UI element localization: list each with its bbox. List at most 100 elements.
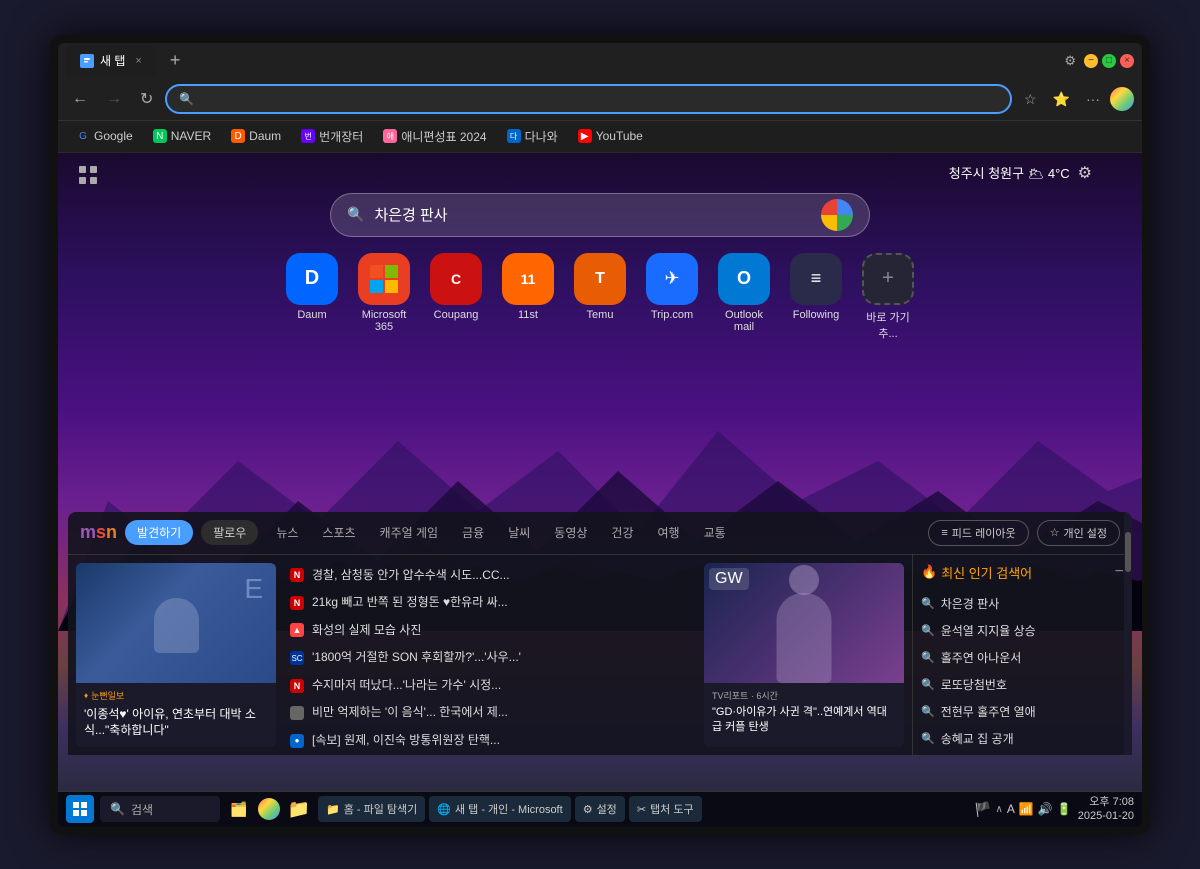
scrollbar-thumb[interactable] (1125, 532, 1131, 572)
quicklink-temu[interactable]: T Temu (574, 253, 626, 341)
tab-favicon (80, 54, 94, 68)
bookmark-google[interactable]: G Google (68, 126, 141, 146)
msn-nav-finance[interactable]: 금융 (452, 520, 494, 545)
taskbar-app-explorer[interactable]: 📁 홈 - 파일 탐색기 (318, 796, 425, 822)
msn-nav-weather[interactable]: 날씨 (498, 520, 540, 545)
news-item-title-2: 21kg 빼고 반쪽 된 정형돈 ♥한유라 싸... (312, 595, 690, 611)
taskbar-icon-3[interactable]: 📁 (286, 796, 312, 822)
news-item-5[interactable]: N 수지마저 떠났다...'나라는 가수' 시정... (284, 673, 696, 699)
quicklink-outlook-icon: O (718, 253, 770, 305)
news-item-3[interactable]: ▲ 화성의 실제 모습 사진 (284, 618, 696, 644)
trending-item-3[interactable]: 🔍 홀주연 아나운서 (921, 644, 1124, 671)
more-button[interactable]: ··· (1080, 87, 1106, 111)
trending-item-6[interactable]: 🔍 송혜교 집 공개 (921, 725, 1124, 752)
quicklink-outlook[interactable]: O Outlook mail (718, 253, 770, 341)
taskbar-app-edge[interactable]: 🌐 새 탭 - 개인 - Microsoft (429, 796, 570, 822)
google-logo[interactable] (821, 199, 853, 231)
trending-sidebar: 🔥 최신 인기 검색어 − 🔍 차은경 판사 🔍 윤석열 지지율 상승 (912, 555, 1132, 755)
msn-nav-games[interactable]: 캐주얼 게임 (370, 520, 449, 545)
start-button[interactable] (66, 795, 94, 823)
news-item-7[interactable]: ● [속보] 원제, 이진숙 방통위원장 탄핵... (284, 728, 696, 754)
quicklink-11st[interactable]: 11 11st (502, 253, 554, 341)
right-article[interactable]: GW TV리포트 · 6시간 "GD·아이유가 사귄 격"..연예계서 역대급 … (704, 563, 904, 747)
favorites-button[interactable]: ☆ (1018, 87, 1043, 112)
msn-nav-news[interactable]: 뉴스 (266, 520, 308, 545)
trending-item-2[interactable]: 🔍 윤석열 지지율 상승 (921, 617, 1124, 644)
personal-settings-label: 개인 설정 (1063, 525, 1107, 541)
quicklink-tripcom[interactable]: ✈ Trip.com (646, 253, 698, 341)
tab-close-button[interactable]: × (135, 55, 141, 67)
msn-nav-health[interactable]: 건강 (601, 520, 643, 545)
taskbar-icon-2[interactable] (256, 796, 282, 822)
minimize-button[interactable]: − (1084, 54, 1098, 68)
active-tab[interactable]: 새 탭 × (66, 45, 156, 77)
news-item-4[interactable]: SC '1800억 거절한 SON 후회할까?'...'사우...' (284, 645, 696, 671)
taskbar-icons: 🗂️ 📁 (226, 796, 312, 822)
trending-item-5[interactable]: 🔍 전현무 홀주연 열애 (921, 698, 1124, 725)
trending-more-button[interactable]: − (1115, 563, 1124, 581)
msn-nav-sports[interactable]: 스포츠 (312, 520, 365, 545)
bookmark-youtube[interactable]: ▶ YouTube (570, 126, 651, 146)
quicklink-following[interactable]: ≡ Following (790, 253, 842, 341)
bookmark-daum[interactable]: D Daum (223, 126, 289, 146)
quicklink-coupang[interactable]: C Coupang (430, 253, 482, 341)
news-item-1[interactable]: N 경찰, 삼청동 안가 압수수색 시도...CC... (284, 563, 696, 589)
msn-nav-video[interactable]: 동영상 (544, 520, 597, 545)
trending-search-icon-3: 🔍 (921, 651, 935, 664)
profile-icon[interactable] (1110, 87, 1134, 111)
forward-button[interactable]: → (100, 86, 128, 112)
bookmark-danawa[interactable]: 다 다나와 (499, 125, 566, 148)
left-article[interactable]: E ♦ 눈뻔일보 '이종석♥' 아이유, 연초부터 대박 소식 (76, 563, 276, 747)
bookmark-anime[interactable]: 애 애니편성표 2024 (375, 125, 494, 148)
taskbar-app-settings[interactable]: ⚙ 설정 (575, 796, 625, 822)
search-box-input[interactable]: 차은경 판사 (374, 204, 811, 225)
feed-layout-button[interactable]: ≡ 피드 레이아웃 (928, 520, 1028, 546)
taskbar-search-box[interactable]: 🔍 검색 (100, 796, 220, 822)
taskbar-icon-1[interactable]: 🗂️ (226, 796, 252, 822)
page-settings-button[interactable]: ⚙ (1078, 163, 1092, 183)
apps-grid-button[interactable] (78, 165, 98, 190)
quicklink-daum[interactable]: D Daum (286, 253, 338, 341)
quicklink-ms365[interactable]: Microsoft 365 (358, 253, 410, 341)
source-icon-6 (290, 706, 304, 720)
address-bar[interactable]: 🔍 (165, 84, 1012, 114)
source-icon-7: ● (290, 734, 304, 748)
back-button[interactable]: ← (66, 86, 94, 112)
trending-header: 🔥 최신 인기 검색어 − (921, 563, 1124, 582)
title-bar-left: 새 탭 × + (66, 45, 1052, 77)
volume-icon[interactable]: 🔊 (1038, 802, 1053, 816)
snipping-icon: ✂ (637, 803, 646, 816)
source-icon-5: N (290, 679, 304, 693)
msn-actions: ≡ 피드 레이아웃 ☆ 개인 설정 (928, 520, 1120, 546)
new-tab-button[interactable]: + (162, 46, 189, 75)
scrollbar[interactable] (1124, 512, 1132, 755)
trending-item-1[interactable]: 🔍 차은경 판사 (921, 590, 1124, 617)
msn-tab-follow[interactable]: 팔로우 (201, 520, 258, 545)
msn-header: msn 발견하기 팔로우 뉴스 스포츠 캐주얼 게임 금융 날씨 동영상 건강 … (68, 512, 1132, 555)
msn-nav-traffic[interactable]: 교통 (694, 520, 736, 545)
news-item-2[interactable]: N 21kg 빼고 반쪽 된 정형돈 ♥한유라 싸... (284, 590, 696, 616)
trending-item-4[interactable]: 🔍 로또당첨번호 (921, 671, 1124, 698)
msn-nav-travel[interactable]: 여행 (648, 520, 690, 545)
maximize-button[interactable]: □ (1102, 54, 1116, 68)
collections-button[interactable]: ⭐ (1047, 87, 1076, 112)
quicklink-daum-icon: D (286, 253, 338, 305)
taskbar-search-icon: 🔍 (110, 802, 125, 816)
reload-button[interactable]: ↻ (134, 85, 159, 113)
bookmark-fashion-label: 번개장터 (319, 128, 363, 145)
news-item-6[interactable]: 비만 억제하는 '이 음식'... 한국에서 제... (284, 700, 696, 726)
taskbar-lang-icon[interactable]: A (1007, 802, 1015, 816)
personal-settings-button[interactable]: ☆ 개인 설정 (1037, 520, 1120, 546)
taskbar-chevron-icon[interactable]: ∧ (996, 804, 1003, 815)
msn-tab-discover[interactable]: 발견하기 (125, 520, 193, 545)
taskbar-date: 2025-01-20 (1078, 809, 1134, 823)
naver-icon: N (153, 129, 167, 143)
close-button[interactable]: × (1120, 54, 1134, 68)
bookmark-fashion[interactable]: 번 번개장터 (293, 125, 371, 148)
settings-button[interactable]: ⚙ (1060, 49, 1080, 73)
bookmark-naver[interactable]: N NAVER (145, 126, 219, 146)
taskbar-app-snipping[interactable]: ✂ 탭처 도구 (629, 796, 702, 822)
search-box[interactable]: 🔍 차은경 판사 (330, 193, 870, 237)
layout-icon: ≡ (941, 527, 947, 539)
quicklink-add[interactable]: + 바로 가기 추... (862, 253, 914, 341)
